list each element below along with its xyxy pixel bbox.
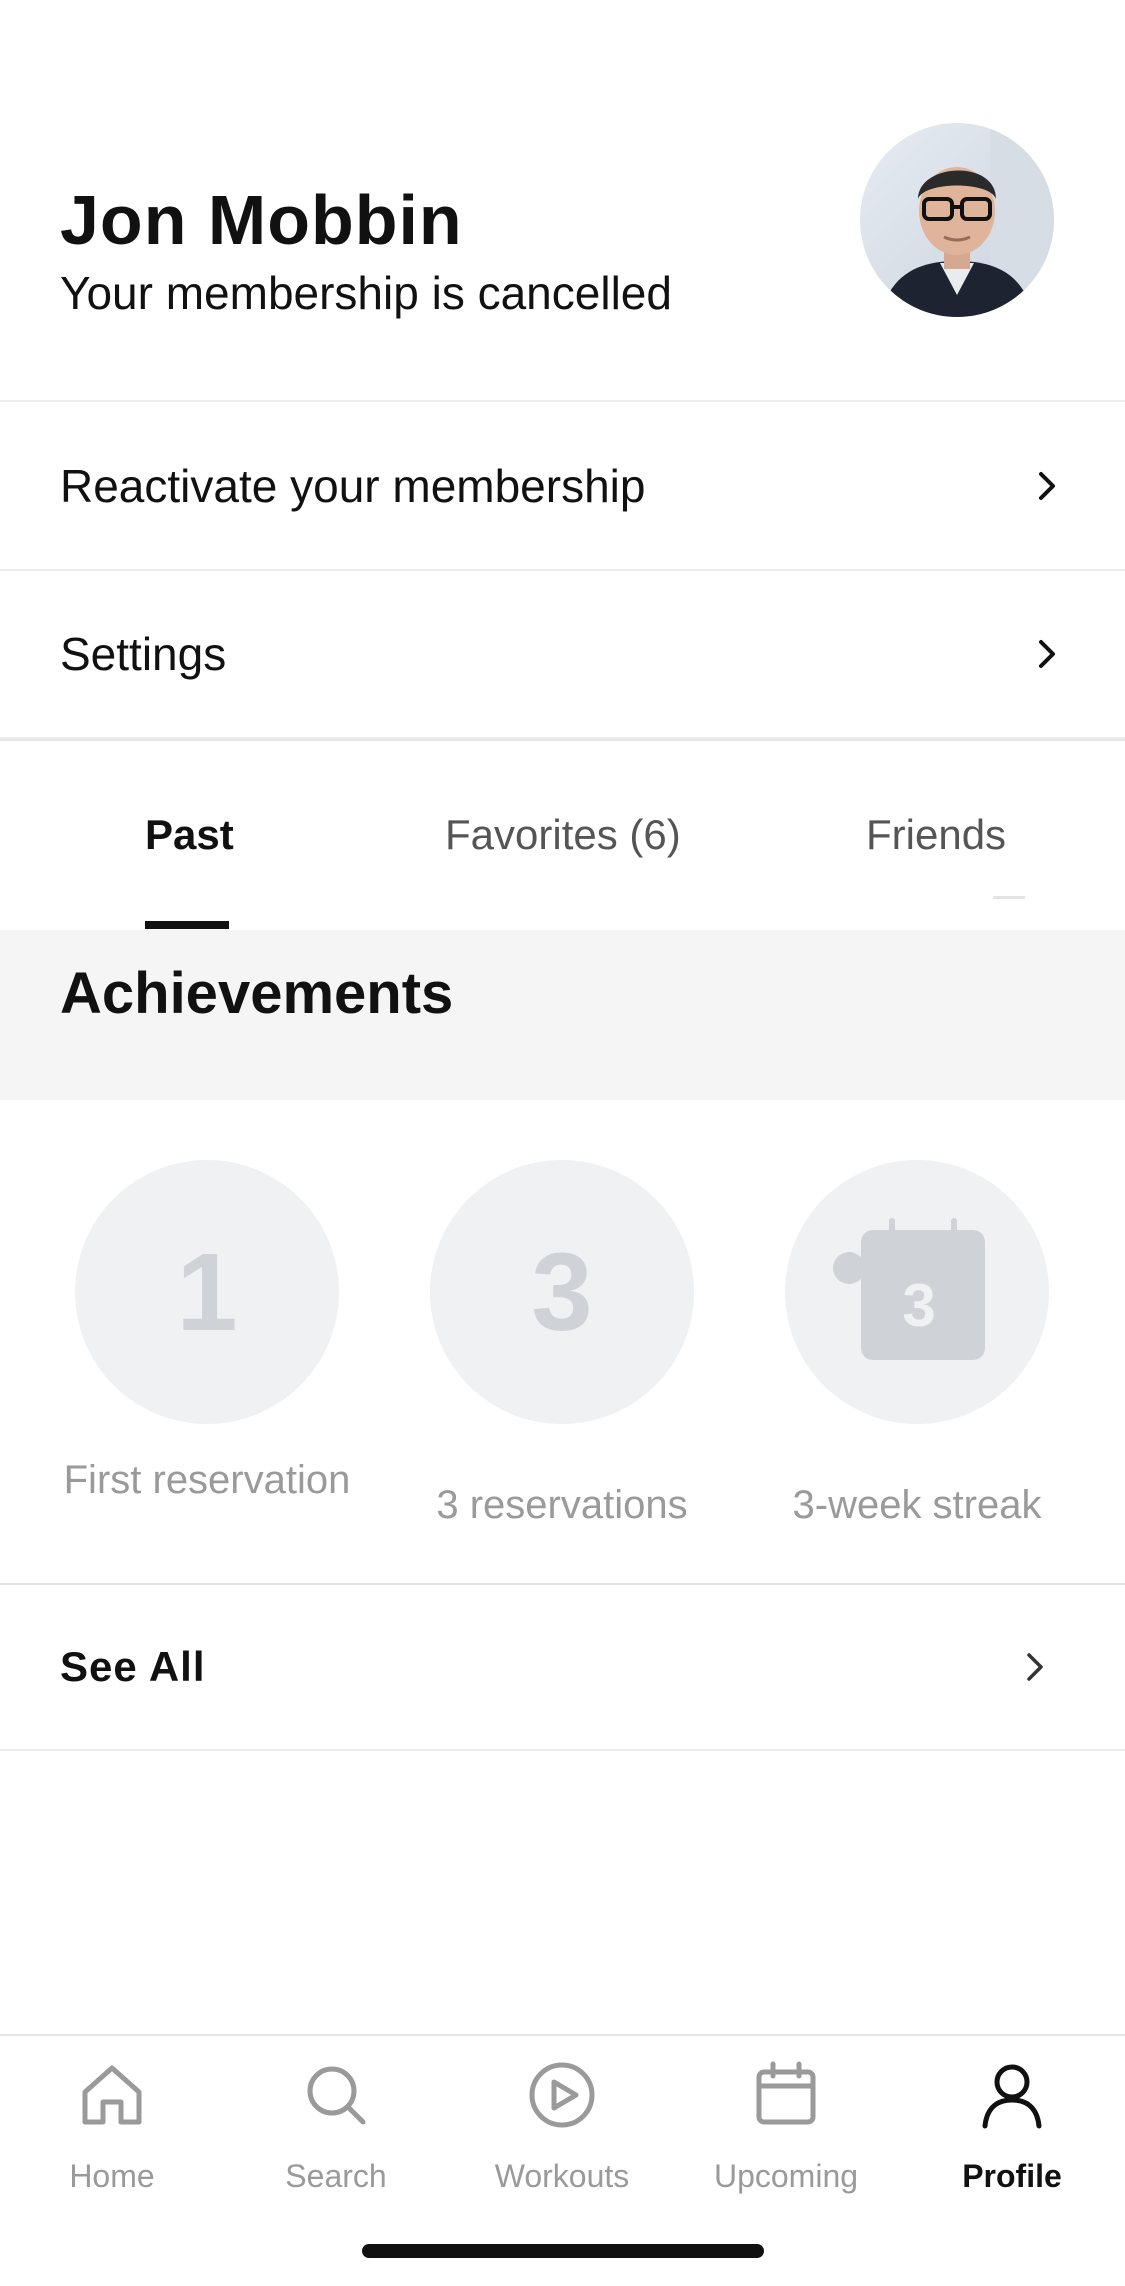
home-icon bbox=[82, 2065, 142, 2125]
nav-label: Upcoming bbox=[713, 2158, 859, 2194]
avatar[interactable] bbox=[860, 123, 1054, 317]
nav-label: Profile bbox=[962, 2158, 1062, 2194]
nav-upcoming[interactable]: Upcoming bbox=[696, 2058, 876, 2208]
active-tab-indicator bbox=[145, 921, 229, 929]
home-indicator bbox=[362, 2244, 764, 2258]
achievement-badge-3-week-streak[interactable]: 3 bbox=[785, 1160, 1049, 1424]
achievement-badge-3-reservations[interactable]: 3 bbox=[430, 1160, 694, 1424]
achievement-label-3-reservations: 3 reservations bbox=[436, 1483, 688, 1527]
tab-favorites[interactable]: Favorites (6) bbox=[445, 811, 681, 859]
settings-row[interactable]: Settings bbox=[0, 571, 1125, 739]
chevron-right-icon bbox=[1039, 640, 1055, 668]
tab-past[interactable]: Past bbox=[145, 811, 234, 859]
settings-label: Settings bbox=[60, 628, 227, 680]
nav-profile[interactable]: Profile bbox=[922, 2058, 1102, 2208]
reactivate-membership-row[interactable]: Reactivate your membership bbox=[0, 403, 1125, 571]
achievements-header: Achievements bbox=[0, 930, 1125, 1100]
membership-status: Your membership is cancelled bbox=[60, 267, 672, 319]
nav-label: Home bbox=[69, 2158, 155, 2194]
nav-home[interactable]: Home bbox=[22, 2058, 202, 2208]
chevron-right-icon bbox=[1027, 1653, 1043, 1681]
user-photo-icon bbox=[860, 123, 1054, 317]
person-icon bbox=[982, 2064, 1042, 2129]
achievement-label-first-reservation: First reservation bbox=[63, 1458, 351, 1502]
see-all-achievements-row[interactable]: See All bbox=[0, 1583, 1125, 1751]
achievements-title: Achievements bbox=[60, 961, 454, 1026]
reactivate-label: Reactivate your membership bbox=[60, 460, 646, 512]
badge-number: 1 bbox=[176, 1230, 238, 1354]
search-icon bbox=[307, 2066, 366, 2125]
nav-label: Search bbox=[285, 2158, 387, 2194]
tab-friends[interactable]: Friends bbox=[866, 811, 1006, 859]
badge-number: 3 bbox=[902, 1271, 936, 1339]
nav-search[interactable]: Search bbox=[246, 2058, 426, 2208]
divider bbox=[0, 400, 1125, 402]
calendar-icon bbox=[756, 2061, 816, 2125]
profile-header: Jon Mobbin Your membership is cancelled bbox=[0, 0, 1125, 400]
play-circle-icon bbox=[529, 2062, 595, 2128]
achievement-badge-first-reservation[interactable]: 1 bbox=[75, 1160, 339, 1424]
see-all-label: See All bbox=[60, 1643, 206, 1690]
nav-workouts[interactable]: Workouts bbox=[472, 2058, 652, 2208]
nav-label: Workouts bbox=[494, 2158, 630, 2194]
achievement-label-3-week-streak: 3-week streak bbox=[792, 1483, 1042, 1527]
profile-name: Jon Mobbin bbox=[60, 181, 463, 259]
tab-divider bbox=[993, 896, 1025, 899]
badge-number: 3 bbox=[531, 1230, 593, 1354]
chevron-right-icon bbox=[1039, 472, 1055, 500]
profile-tabs: Past Favorites (6) Friends bbox=[0, 739, 1125, 931]
